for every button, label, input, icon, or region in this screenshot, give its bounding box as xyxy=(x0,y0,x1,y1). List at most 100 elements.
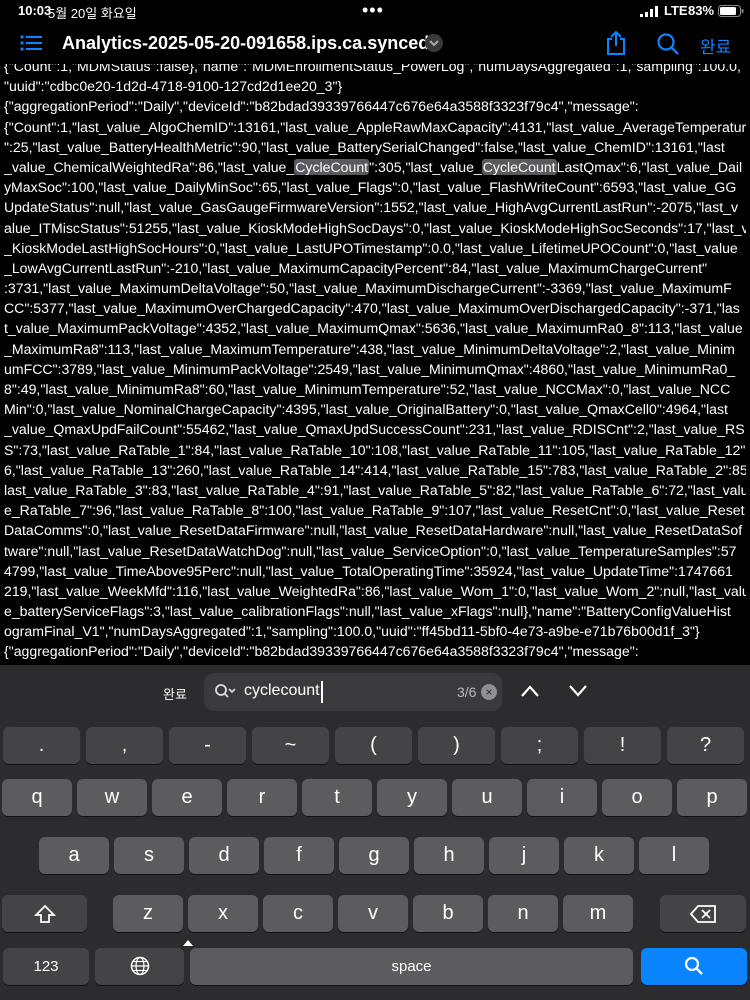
key-question[interactable]: ? xyxy=(667,727,744,764)
search-icon[interactable] xyxy=(656,32,680,61)
log-line: last_value_RaTable_3":83,"last_value_RaT… xyxy=(4,480,746,500)
status-date: 5월 20일 화요일 xyxy=(48,6,137,21)
log-line: 219,"last_value_WeekMfd":116,"last_value… xyxy=(4,581,746,601)
key-semicolon[interactable]: ; xyxy=(501,727,578,764)
key-r[interactable]: r xyxy=(227,779,297,816)
done-button[interactable]: 완료 xyxy=(700,33,731,58)
key-t[interactable]: t xyxy=(302,779,372,816)
log-line: ":25,"last_value_BatteryHealthMetric":90… xyxy=(4,137,746,157)
key-k[interactable]: k xyxy=(564,837,634,874)
key-hyphen[interactable]: - xyxy=(169,727,246,764)
log-line: _value_QmaxUpdFailCount":55462,"last_val… xyxy=(4,419,746,439)
status-time: 10:03 xyxy=(18,3,52,18)
log-text: 4799,"last_value_TimeAbove95Perc":null,"… xyxy=(4,562,733,579)
key-i[interactable]: i xyxy=(527,779,597,816)
log-text: e_batteryServiceFlags":3,"last_value_cal… xyxy=(4,603,731,620)
log-line: Min":0,"last_value_NominalChargeCapacity… xyxy=(4,399,746,419)
key-exclamation[interactable]: ! xyxy=(584,727,661,764)
key-tilde[interactable]: ~ xyxy=(252,727,329,764)
log-line: DataComms":0,"last_value_ResetDataFirmwa… xyxy=(4,520,746,540)
search-key-icon xyxy=(684,956,703,975)
log-line: _value_ChemicalWeightedRa":86,"last_valu… xyxy=(4,157,746,177)
key-z[interactable]: z xyxy=(113,895,183,932)
globe-key[interactable] xyxy=(95,940,193,985)
previous-match-chevron-up-icon[interactable] xyxy=(520,684,540,703)
log-line: {"aggregationPeriod":"Daily","deviceId":… xyxy=(4,641,746,661)
log-line: {"Count":1,"last_value_AlgoChemID":13161… xyxy=(4,662,746,665)
delete-key[interactable] xyxy=(660,895,746,932)
log-text: {"Count":1,"last_value_AlgoChemID":13161… xyxy=(4,118,746,135)
log-line: 6,"last_value_RaTable_13":260,"last_valu… xyxy=(4,460,746,480)
key-w[interactable]: w xyxy=(77,779,147,816)
title-chevron-down-icon[interactable] xyxy=(425,34,443,52)
battery-icon xyxy=(718,5,744,20)
key-comma[interactable]: , xyxy=(86,727,163,764)
numbers-key[interactable]: 123 xyxy=(3,948,89,985)
key-j[interactable]: j xyxy=(489,837,559,874)
key-y[interactable]: y xyxy=(377,779,447,816)
log-text: ":305,"last_value_ xyxy=(369,158,482,175)
multitasking-dots-icon[interactable]: ••• xyxy=(362,0,384,21)
find-bar: 완료 cyclecount 3/6 × xyxy=(0,665,750,721)
key-s[interactable]: s xyxy=(114,837,184,874)
log-line: CC":5377,"last_value_MaximumOverChargedC… xyxy=(4,298,746,318)
log-text: _value_ChemicalWeightedRa":86,"last_valu… xyxy=(4,158,295,175)
log-line: {"Count":1,"MDMStatus":false},"name":"MD… xyxy=(4,64,746,76)
log-text: UpdateStatus":null,"last_value_GasGaugeF… xyxy=(4,199,739,216)
key-open-paren[interactable]: ( xyxy=(335,727,412,764)
log-line: _KioskModeLastHighSocHours":0,"last_valu… xyxy=(4,238,746,258)
keyboard: . , - ~ ( ) ; ! ? q w e r t y u i o p a … xyxy=(0,721,750,1000)
log-text: DataComms":0,"last_value_ResetDataFirmwa… xyxy=(4,522,743,539)
find-query: cyclecount xyxy=(244,682,320,699)
key-p[interactable]: p xyxy=(677,779,747,816)
key-q[interactable]: q xyxy=(2,779,72,816)
log-line: alue_ITMiscStatus":51255,"last_value_Kio… xyxy=(4,218,746,238)
key-x[interactable]: x xyxy=(188,895,258,932)
log-line: yMaxSoc":100,"last_value_DailyMinSoc":65… xyxy=(4,177,746,197)
log-text: umFCC":3789,"last_value_MinimumPackVolta… xyxy=(4,360,736,377)
carrier-label: LTE xyxy=(664,3,688,18)
document-title: Analytics-2025-05-20-091658.ips.ca.synce… xyxy=(62,33,430,53)
log-text: last_value_RaTable_3":83,"last_value_RaT… xyxy=(4,481,746,498)
search-options-icon[interactable] xyxy=(214,683,236,706)
clear-icon[interactable]: × xyxy=(481,684,497,700)
log-line: tware":null,"last_value_ResetDataWatchDo… xyxy=(4,541,746,561)
space-key[interactable]: space xyxy=(190,948,633,985)
key-v[interactable]: v xyxy=(338,895,408,932)
log-text: Min":0,"last_value_NominalChargeCapacity… xyxy=(4,401,728,418)
key-u[interactable]: u xyxy=(452,779,522,816)
log-text: _value_QmaxUpdFailCount":55462,"last_val… xyxy=(4,421,745,438)
key-m[interactable]: m xyxy=(563,895,633,932)
log-line: e_RaTable_7":96,"last_value_RaTable_8":1… xyxy=(4,500,746,520)
log-text: _KioskModeLastHighSocHours":0,"last_valu… xyxy=(4,239,738,256)
find-done-button[interactable]: 완료 xyxy=(163,684,187,703)
log-line: "uuid":"cdbc0e20-1d2d-4718-9100-127cd2d1… xyxy=(4,76,746,96)
key-close-paren[interactable]: ) xyxy=(418,727,495,764)
key-b[interactable]: b xyxy=(413,895,483,932)
signal-icon xyxy=(640,5,660,20)
log-text: alue_ITMiscStatus":51255,"last_value_Kio… xyxy=(4,219,746,236)
log-line: _MaximumRa8":113,"last_value_MaximumTemp… xyxy=(4,339,746,359)
match-count: 3/6 xyxy=(457,684,477,700)
find-input[interactable]: cyclecount 3/6 × xyxy=(204,673,502,711)
key-e[interactable]: e xyxy=(152,779,222,816)
key-c[interactable]: c xyxy=(263,895,333,932)
key-n[interactable]: n xyxy=(488,895,558,932)
key-h[interactable]: h xyxy=(414,837,484,874)
key-f[interactable]: f xyxy=(264,837,334,874)
next-match-chevron-down-icon[interactable] xyxy=(568,684,588,703)
shift-key[interactable] xyxy=(2,895,87,932)
key-a[interactable]: a xyxy=(39,837,109,874)
log-line: _LowAvgCurrentLastRun":-210,"last_value_… xyxy=(4,258,746,278)
log-line: 8":49,"last_value_MinimumRa8":60,"last_v… xyxy=(4,379,746,399)
key-o[interactable]: o xyxy=(602,779,672,816)
log-text: {"aggregationPeriod":"Daily","deviceId":… xyxy=(4,643,639,660)
key-d[interactable]: d xyxy=(189,837,259,874)
key-period[interactable]: . xyxy=(3,727,80,764)
search-key[interactable] xyxy=(641,948,747,985)
key-l[interactable]: l xyxy=(639,837,709,874)
key-g[interactable]: g xyxy=(339,837,409,874)
share-icon[interactable] xyxy=(605,30,627,61)
list-icon[interactable] xyxy=(20,34,42,57)
log-line: e_batteryServiceFlags":3,"last_value_cal… xyxy=(4,601,746,621)
